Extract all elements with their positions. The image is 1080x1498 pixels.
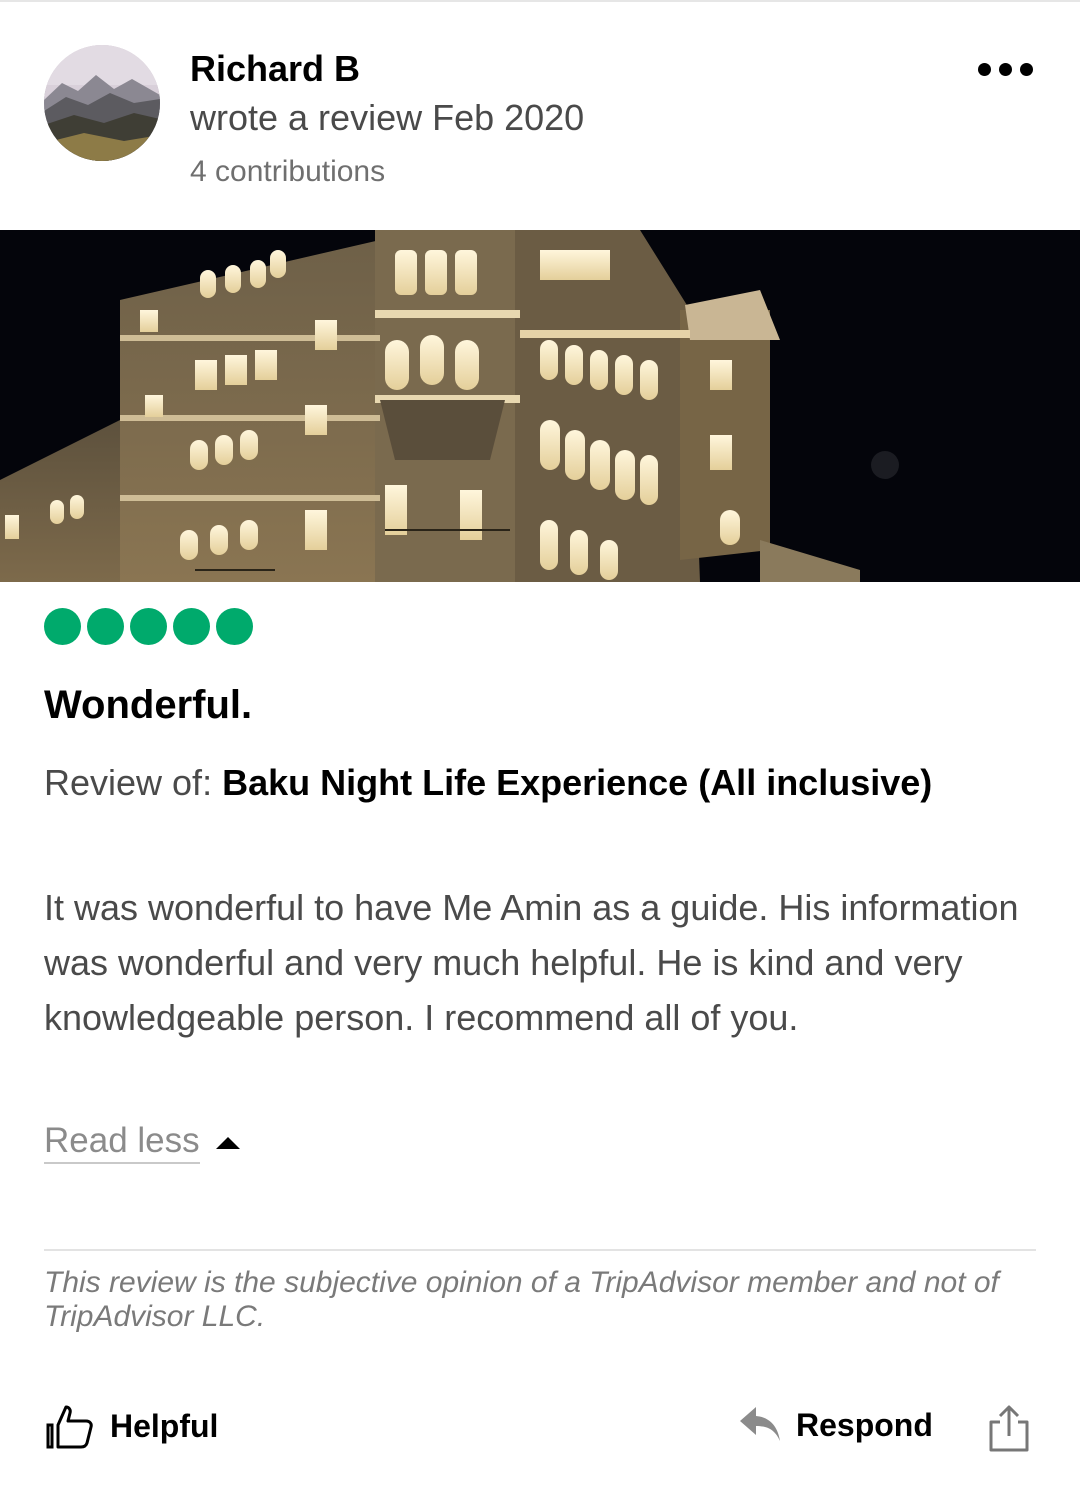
review-date-line: wrote a review Feb 2020 xyxy=(190,97,585,138)
share-button[interactable] xyxy=(986,1404,1032,1454)
review-of-link[interactable]: Baku Night Life Experience (All inclusiv… xyxy=(222,762,932,803)
read-less-button[interactable]: Read less xyxy=(44,1121,240,1164)
avatar-landscape-image xyxy=(44,45,160,161)
top-divider xyxy=(0,0,1080,2)
more-dot xyxy=(1019,62,1033,76)
reviewer-name[interactable]: Richard B xyxy=(190,48,360,90)
section-divider xyxy=(44,1249,1036,1251)
reviewer-avatar[interactable] xyxy=(44,45,160,161)
review-photo[interactable] xyxy=(0,230,1080,582)
review-title: Wonderful. xyxy=(44,683,253,727)
building-night-image xyxy=(0,230,1080,582)
more-dot xyxy=(998,62,1012,76)
rating-bubble-filled xyxy=(87,608,124,645)
more-options-button[interactable] xyxy=(970,52,1040,86)
review-of: Review of: Baku Night Life Experience (A… xyxy=(44,763,1034,803)
helpful-button[interactable]: Helpful xyxy=(44,1403,218,1449)
respond-button[interactable]: Respond xyxy=(738,1405,933,1445)
caret-up-icon xyxy=(215,1136,240,1149)
contributions-count: 4 contributions xyxy=(190,155,386,188)
review-of-prefix: Review of: xyxy=(44,762,223,803)
share-icon xyxy=(989,1405,1029,1452)
rating-bubble-filled xyxy=(216,608,253,645)
rating-bubbles xyxy=(44,608,253,645)
thumbs-up-icon xyxy=(46,1405,93,1449)
helpful-label: Helpful xyxy=(110,1407,219,1444)
read-less-label: Read less xyxy=(44,1121,200,1164)
respond-label: Respond xyxy=(796,1406,933,1443)
reply-arrow-icon xyxy=(740,1407,780,1441)
rating-bubble-filled xyxy=(173,608,210,645)
review-body: It was wonderful to have Me Amin as a gu… xyxy=(44,887,1019,1038)
rating-bubble-filled xyxy=(130,608,167,645)
more-horizontal-icon xyxy=(977,62,991,76)
rating-bubble-filled xyxy=(44,608,81,645)
review-disclaimer: This review is the subjective opinion of… xyxy=(44,1266,999,1333)
